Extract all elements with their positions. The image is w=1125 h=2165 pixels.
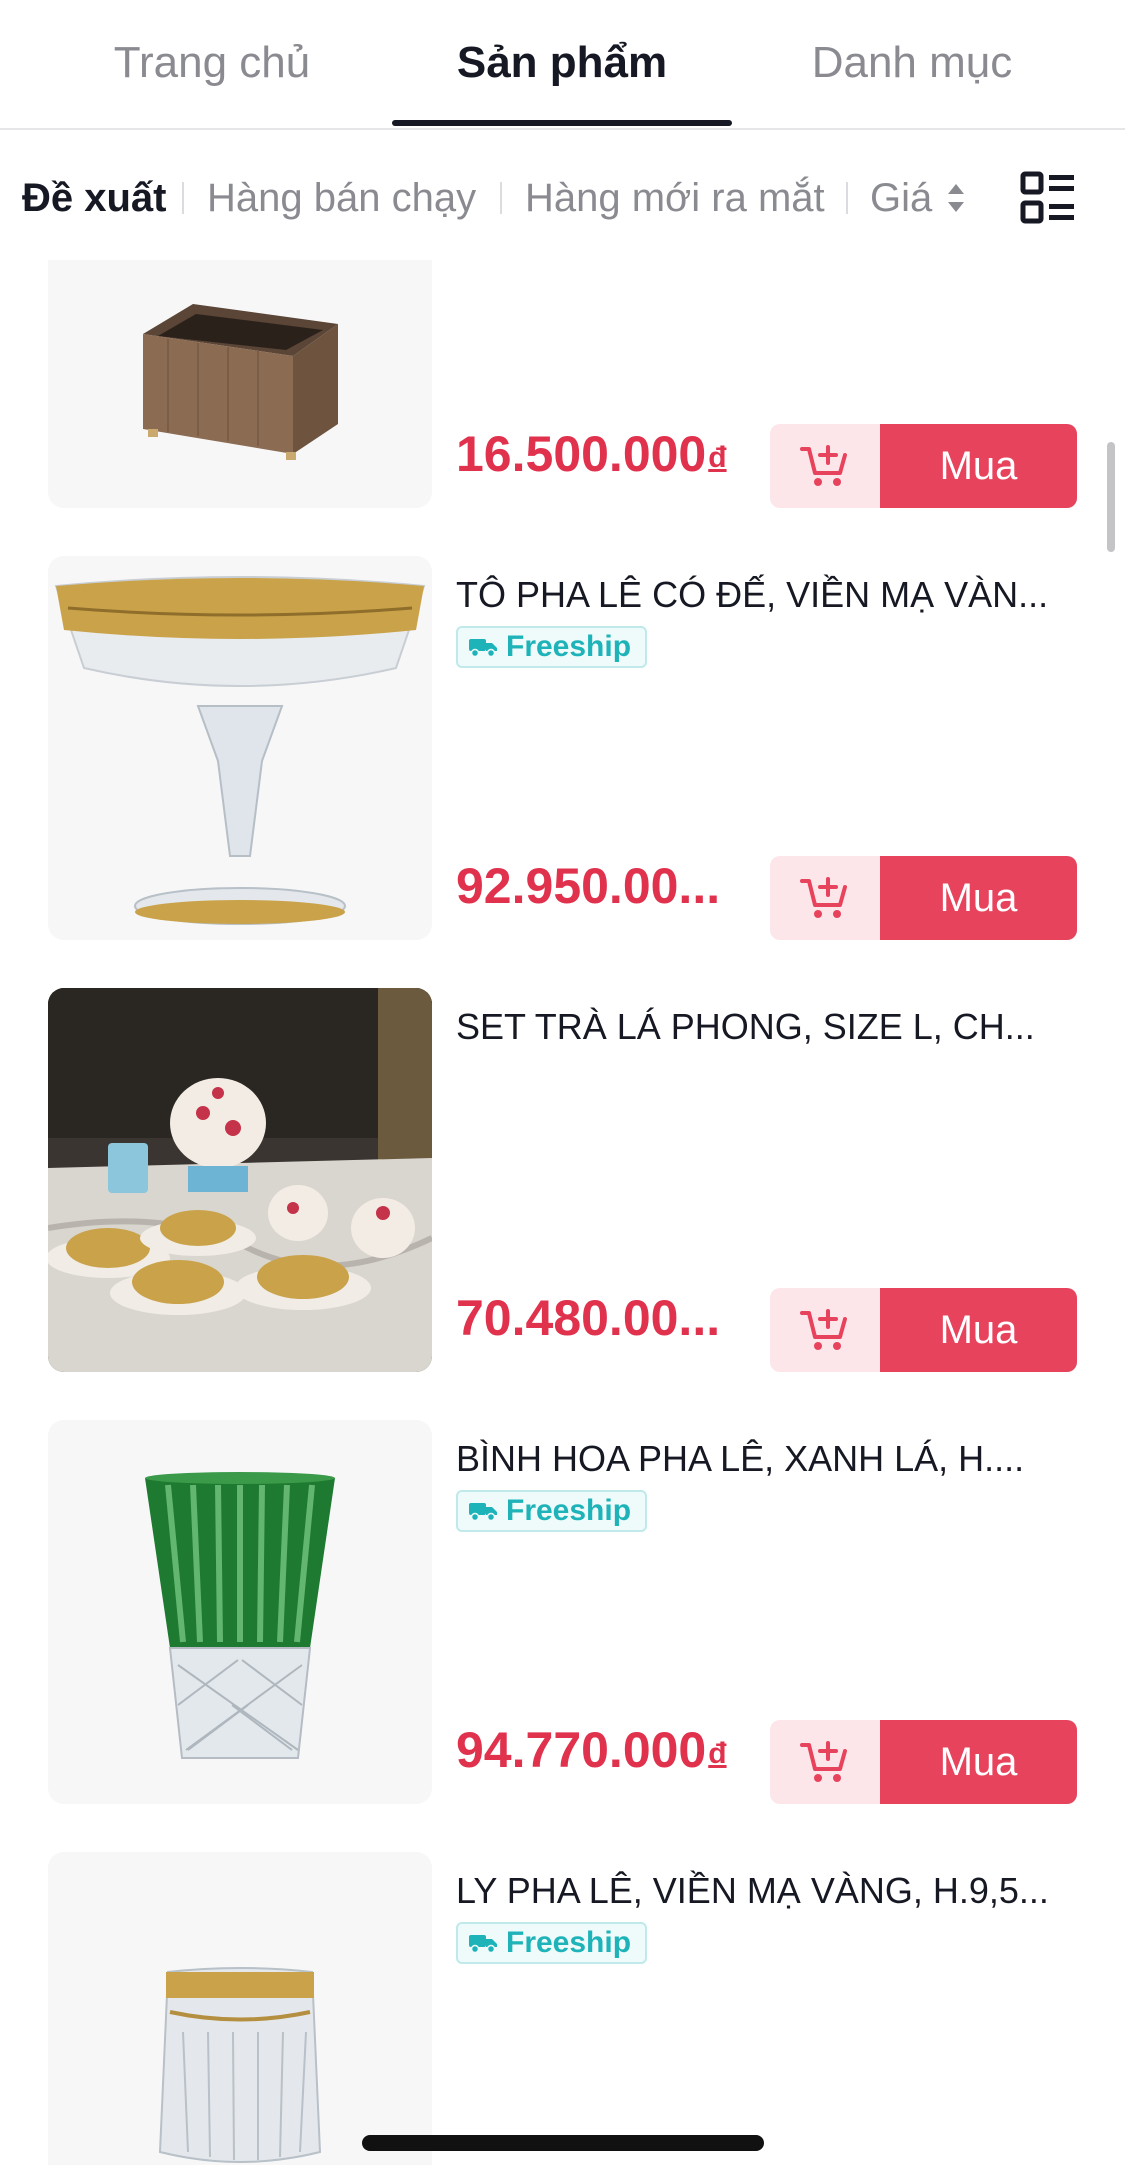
sort-new-arrivals[interactable]: Hàng mới ra mắt xyxy=(525,170,825,226)
add-to-cart-button[interactable] xyxy=(770,1288,880,1372)
product-image[interactable] xyxy=(48,1852,432,2165)
product-image[interactable] xyxy=(48,260,432,508)
tab-home[interactable]: Trang chủ xyxy=(42,0,382,126)
top-tab-bar: Trang chủ Sản phẩm Danh mục xyxy=(0,0,1125,130)
truck-icon xyxy=(469,1935,497,1954)
tea-set-image xyxy=(48,988,432,1372)
product-card[interactable]: 16.500.000đ Mua xyxy=(0,260,1125,510)
product-price: 94.770.000đ xyxy=(456,1722,727,1778)
add-to-cart-button[interactable] xyxy=(770,856,880,940)
divider xyxy=(846,182,848,214)
product-price: 16.500.000đ xyxy=(456,426,727,482)
product-image[interactable] xyxy=(48,1420,432,1804)
product-title[interactable]: BÌNH HOA PHA LÊ, XANH LÁ, H.... xyxy=(456,1434,1076,1484)
tab-products[interactable]: Sản phẩm xyxy=(392,0,732,126)
add-to-cart-icon xyxy=(800,445,847,486)
truck-icon xyxy=(469,639,497,658)
home-indicator[interactable] xyxy=(362,2135,764,2151)
add-to-cart-icon xyxy=(800,1309,847,1350)
divider xyxy=(182,182,184,214)
buy-button[interactable]: Mua xyxy=(880,856,1077,940)
product-list: 16.500.000đ Mua TÔ PHA LÊ CÓ ĐẾ, VIỀN MẠ… xyxy=(0,260,1125,2165)
product-image[interactable] xyxy=(48,988,432,1372)
buy-button[interactable]: Mua xyxy=(880,424,1077,508)
product-card[interactable]: BÌNH HOA PHA LÊ, XANH LÁ, H.... Freeship… xyxy=(0,1420,1125,1806)
buy-button[interactable]: Mua xyxy=(880,1288,1077,1372)
buy-button[interactable]: Mua xyxy=(880,1720,1077,1804)
product-title[interactable]: LY PHA LÊ, VIỀN MẠ VÀNG, H.9,5... xyxy=(456,1866,1076,1916)
product-title[interactable]: SET TRÀ LÁ PHONG, SIZE L, CH... xyxy=(456,1002,1076,1052)
active-tab-indicator xyxy=(392,120,732,126)
product-card[interactable]: TÔ PHA LÊ CÓ ĐẾ, VIỀN MẠ VÀN... Freeship… xyxy=(0,556,1125,942)
sort-best-selling[interactable]: Hàng bán chạy xyxy=(207,170,476,226)
list-view-icon[interactable] xyxy=(1020,170,1076,226)
shop-products-page: Trang chủ Sản phẩm Danh mục Đề xuất Hàng… xyxy=(0,0,1125,2165)
product-image[interactable] xyxy=(48,556,432,940)
product-card[interactable]: LY PHA LÊ, VIỀN MẠ VÀNG, H.9,5... Freesh… xyxy=(0,1852,1125,2165)
add-to-cart-icon xyxy=(800,877,847,918)
freeship-badge: Freeship xyxy=(456,626,648,668)
wooden-box-image xyxy=(48,260,432,508)
freeship-badge: Freeship xyxy=(456,1490,648,1532)
sort-recommended[interactable]: Đề xuất xyxy=(22,170,167,226)
crystal-glass-image xyxy=(48,1852,432,2165)
product-title[interactable]: TÔ PHA LÊ CÓ ĐẾ, VIỀN MẠ VÀN... xyxy=(456,570,1076,620)
add-to-cart-icon xyxy=(800,1741,847,1782)
scrollbar[interactable] xyxy=(1107,442,1115,552)
add-to-cart-button[interactable] xyxy=(770,424,880,508)
green-vase-image xyxy=(48,1420,432,1804)
add-to-cart-button[interactable] xyxy=(770,1720,880,1804)
product-price: 70.480.00... xyxy=(456,1290,721,1346)
product-card[interactable]: SET TRÀ LÁ PHONG, SIZE L, CH... 70.480.0… xyxy=(0,988,1125,1374)
tab-categories[interactable]: Danh mục xyxy=(742,0,1082,126)
freeship-badge: Freeship xyxy=(456,1922,648,1964)
divider xyxy=(500,182,502,214)
product-price: 92.950.00... xyxy=(456,858,721,914)
sort-arrows-icon[interactable] xyxy=(945,178,967,218)
sort-bar: Đề xuất Hàng bán chạy Hàng mới ra mắt Gi… xyxy=(0,130,1125,260)
truck-icon xyxy=(469,1503,497,1522)
sort-price[interactable]: Giá xyxy=(870,170,932,226)
crystal-bowl-image xyxy=(48,556,432,940)
